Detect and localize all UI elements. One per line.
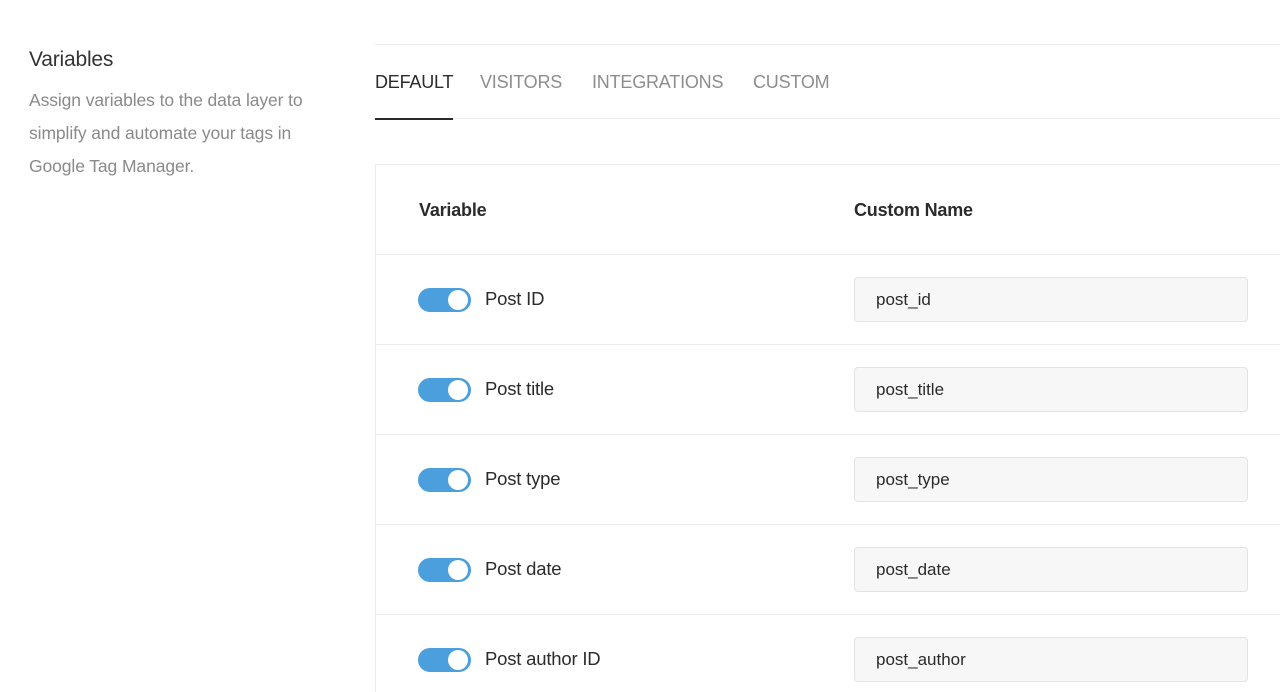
table-row: Post type — [376, 435, 1280, 525]
custom-name-input[interactable] — [854, 457, 1248, 502]
column-header-custom-name: Custom Name — [854, 200, 973, 220]
tab-integrations[interactable]: INTEGRATIONS — [592, 45, 723, 119]
toggle-knob — [448, 560, 468, 580]
custom-name-input[interactable] — [854, 277, 1248, 322]
table-header: Variable Custom Name — [376, 165, 1280, 255]
table-row: Post date — [376, 525, 1280, 615]
enable-toggle[interactable] — [418, 558, 471, 582]
section-description: Assign variables to the data layer to si… — [29, 90, 303, 176]
variables-table: Variable Custom Name Post ID Post title … — [375, 164, 1280, 692]
tab-visitors[interactable]: VISITORS — [480, 45, 562, 119]
tab-custom[interactable]: CUSTOM — [753, 45, 830, 119]
variable-label: Post type — [485, 468, 561, 489]
section-intro: Variables Assign variables to the data l… — [29, 46, 339, 183]
table-row: Post title — [376, 345, 1280, 435]
custom-name-input[interactable] — [854, 367, 1248, 412]
enable-toggle[interactable] — [418, 288, 471, 312]
variables-settings-page: Variables Assign variables to the data l… — [0, 0, 1280, 692]
variable-label: Post author ID — [485, 648, 601, 669]
column-header-variable: Variable — [419, 200, 487, 220]
section-title: Variables — [29, 48, 114, 71]
table-row: Post ID — [376, 255, 1280, 345]
variable-label: Post date — [485, 558, 562, 579]
tab-bar: DEFAULT VISITORS INTEGRATIONS CUSTOM — [375, 44, 1280, 120]
variable-label: Post ID — [485, 288, 545, 309]
enable-toggle[interactable] — [418, 378, 471, 402]
toggle-knob — [448, 470, 468, 490]
table-row: Post author ID — [376, 615, 1280, 692]
variable-label: Post title — [485, 378, 554, 399]
enable-toggle[interactable] — [418, 468, 471, 492]
toggle-knob — [448, 650, 468, 670]
variables-panel: DEFAULT VISITORS INTEGRATIONS CUSTOM Var… — [375, 44, 1280, 692]
toggle-knob — [448, 290, 468, 310]
custom-name-input[interactable] — [854, 547, 1248, 592]
tab-default[interactable]: DEFAULT — [375, 45, 454, 120]
enable-toggle[interactable] — [418, 648, 471, 672]
custom-name-input[interactable] — [854, 637, 1248, 682]
toggle-knob — [448, 380, 468, 400]
